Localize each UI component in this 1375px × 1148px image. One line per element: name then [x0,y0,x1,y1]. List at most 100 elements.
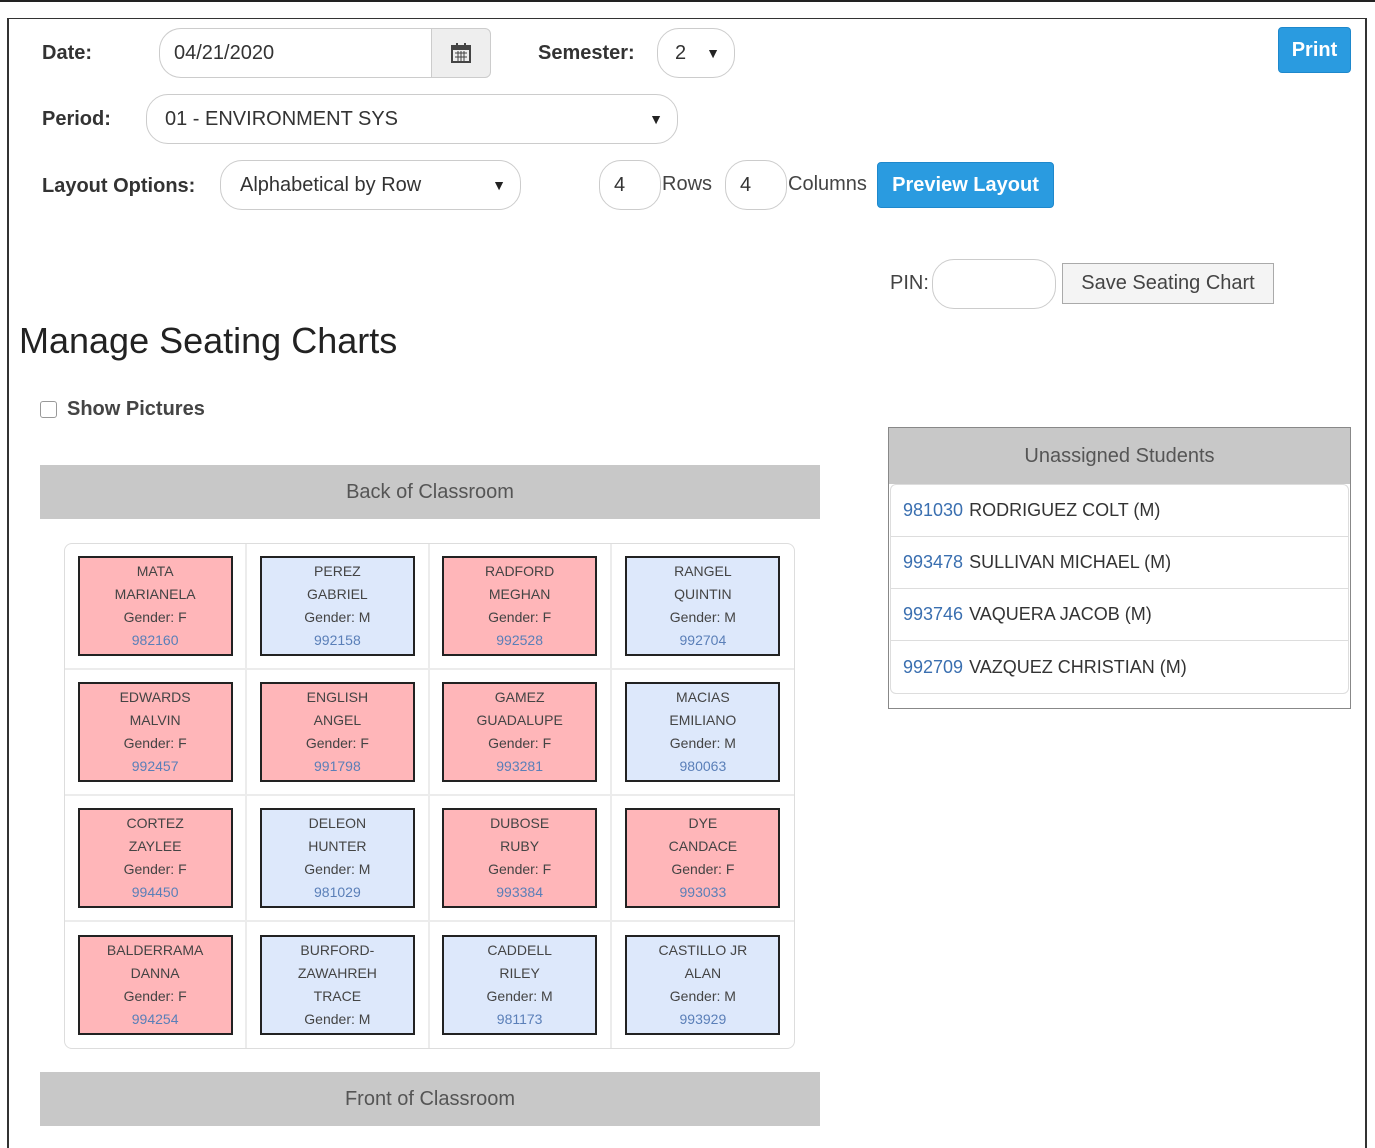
unassigned-student-item[interactable]: 993746 VAQUERA JACOB (M) [891,589,1348,641]
semester-select[interactable]: 2 ▼ [657,28,735,78]
student-id-link[interactable]: 981030 [903,500,963,521]
student-seat[interactable]: CASTILLO JR ALAN Gender: M 993929 [625,935,781,1035]
seat-last: DUBOSE [490,815,550,831]
seat-id: 991798 [314,758,361,774]
calendar-button[interactable] [431,28,491,78]
back-of-classroom-band: Back of Classroom [40,465,820,519]
seat-gender: Gender: M [669,988,736,1004]
seat-id: 980063 [679,758,727,774]
unassigned-student-item[interactable]: 992709 VAZQUEZ CHRISTIAN (M) [891,641,1348,693]
seat-first: GABRIEL [307,586,368,602]
seat-gender: Gender: F [488,609,552,625]
seating-grid: MATA MARIANELA Gender: F 982160 PEREZ GABRIEL… [64,543,795,1049]
period-select[interactable]: 01 - ENVIRONMENT SYS ▼ [146,94,678,144]
seat-cell: BURFORD- ZAWAHREH TRACE Gender: M [247,922,430,1048]
seat-last: ENGLISH [306,689,369,705]
preview-layout-button[interactable]: Preview Layout [877,162,1054,208]
seat-cell: EDWARDS MALVIN Gender: F 992457 [65,670,248,796]
date-input[interactable]: 04/21/2020 [159,28,449,78]
seat-id: 982160 [131,632,179,648]
calendar-icon [451,43,471,63]
student-seat[interactable]: RADFORD MEGHAN Gender: F 992528 [442,556,598,656]
seat-first: ANGEL [313,712,362,728]
student-seat[interactable]: ENGLISH ANGEL Gender: F 991798 [259,682,415,782]
print-button[interactable]: Print [1278,27,1351,73]
student-seat[interactable]: PEREZ GABRIEL Gender: M 992158 [259,556,415,656]
seat-first: ALAN [684,965,722,981]
student-name: VAZQUEZ CHRISTIAN (M) [969,656,1187,677]
student-name: RODRIGUEZ COLT (M) [969,500,1161,520]
student-seat[interactable]: EDWARDS MALVIN Gender: F 992457 [77,682,233,782]
seat-cell: CASTILLO JR ALAN Gender: M 993929 [612,922,794,1048]
rows-input[interactable]: 4 [599,160,661,210]
layout-value: Alphabetical by Row [240,173,422,196]
student-seat[interactable]: RANGEL QUINTIN Gender: M 992704 [625,556,781,656]
seat-first: HUNTER [308,838,367,854]
seat-cell: DYE CANDACE Gender: F 993033 [611,796,794,922]
seat-id: 992704 [679,632,727,648]
student-id-link[interactable]: 993478 [903,552,963,573]
seat-id: 992457 [131,758,179,774]
student-seat[interactable]: CADDELL RILEY Gender: M 981173 [442,935,598,1035]
student-seat[interactable]: BURFORD- ZAWAHREH TRACE Gender: M [259,935,415,1035]
student-seat[interactable]: DELEON HUNTER Gender: M 981029 [259,808,415,908]
rows-label: Rows [662,173,713,195]
seat-id: 994450 [131,884,179,900]
seat-cell: PEREZ GABRIEL Gender: M 992158 [247,544,430,670]
seat-last: CORTEZ [126,815,184,831]
seat-last: CADDELL [487,942,552,958]
show-pictures-checkbox[interactable] [40,401,57,418]
period-label: Period: [42,108,111,130]
student-seat[interactable]: DYE CANDACE Gender: F 993033 [625,808,781,908]
seat-first: ZAWAHREH [297,965,377,981]
student-seat[interactable]: MATA MARIANELA Gender: F 982160 [77,556,233,656]
seat-last: RANGEL [674,563,732,579]
layout-options-label: Layout Options: [42,175,196,197]
seat-first: RUBY [500,838,540,854]
date-value: 04/21/2020 [174,41,275,64]
pin-input[interactable] [932,259,1056,309]
seat-gender: Gender: F [123,609,187,625]
student-seat[interactable]: MACIAS EMILIANO Gender: M 980063 [625,682,781,782]
seat-gender: Gender: M [304,861,371,877]
layout-select[interactable]: Alphabetical by Row ▼ [220,160,521,210]
seat-first: GUADALUPE [476,712,563,728]
student-seat[interactable]: DUBOSE RUBY Gender: F 993384 [442,808,598,908]
seat-cell: MACIAS EMILIANO Gender: M 980063 [611,670,794,796]
save-seating-chart-button[interactable]: Save Seating Chart [1062,263,1274,304]
seat-last: PEREZ [314,563,361,579]
seat-cell: RANGEL QUINTIN Gender: M 992704 [611,544,794,670]
seat-gender: Gender: F [123,988,187,1004]
seat-id: 992528 [496,632,543,648]
seat-gender: Gender: F [123,861,187,877]
show-pictures-toggle[interactable]: Show Pictures [40,398,205,421]
seat-first: MEGHAN [488,586,551,602]
seat-cell: CORTEZ ZAYLEE Gender: F 994450 [65,796,248,922]
seat-last: MACIAS [676,689,730,705]
show-pictures-label: Show Pictures [67,398,205,420]
seat-id: 994254 [131,1011,179,1027]
seat-first: CANDACE [668,838,738,854]
unassigned-student-item[interactable]: 981030 RODRIGUEZ COLT (M) [891,485,1348,537]
columns-value: 4 [740,173,752,196]
unassigned-students-title: Unassigned Students [889,428,1350,484]
page-title: Manage Seating Charts [19,320,398,361]
student-name: VAQUERA JACOB (M) [969,604,1152,624]
seat-id: 993033 [679,884,727,900]
semester-label: Semester: [538,42,635,64]
columns-label: Columns [788,173,867,195]
seat-cell: RADFORD MEGHAN Gender: F 992528 [429,544,612,670]
seat-first: QUINTIN [674,586,732,602]
seat-gender: Gender: F [305,735,369,751]
student-id-link[interactable]: 993746 [903,604,963,625]
seat-gender: Gender: F [123,735,187,751]
seat-first: DANNA [130,965,180,981]
student-seat[interactable]: GAMEZ GUADALUPE Gender: F 993281 [442,682,598,782]
student-seat[interactable]: CORTEZ ZAYLEE Gender: F 994450 [77,808,233,908]
seat-id: 993384 [496,884,543,900]
student-id-link[interactable]: 992709 [903,657,963,678]
unassigned-students-panel: Unassigned Students 981030 RODRIGUEZ COLT… [888,427,1351,709]
columns-input[interactable]: 4 [725,160,787,210]
unassigned-student-item[interactable]: 993478 SULLIVAN MICHAEL (M) [891,537,1348,589]
student-seat[interactable]: BALDERRAMA DANNA Gender: F 994254 [77,935,233,1035]
